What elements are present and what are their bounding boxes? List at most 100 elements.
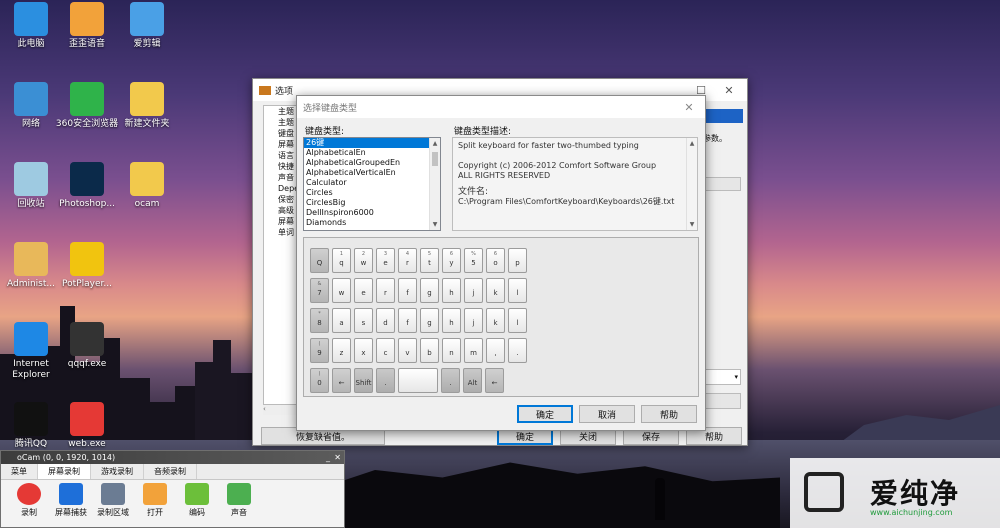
keyboard-key[interactable]: % 5 [464, 248, 483, 273]
keyboard-type-scrollbar[interactable]: ▲ ▼ [429, 138, 440, 230]
keyboard-key[interactable]: ← [332, 368, 351, 393]
keyboard-key[interactable]: s [354, 308, 373, 333]
keyboard-key[interactable]: . [376, 368, 395, 393]
keyboard-type-item[interactable]: Calculator [304, 178, 440, 188]
key-label: g [427, 289, 432, 297]
network-icon [14, 82, 48, 116]
keyboard-type-list[interactable]: 26键 AlphabeticalEn AlphabeticalGroupedEn Al… [303, 137, 441, 231]
keyboard-key[interactable]: e [354, 278, 373, 303]
keyboard-type-item[interactable]: CirclesBig [304, 198, 440, 208]
desktop-icon[interactable]: PotPlayer... [52, 242, 122, 290]
scroll-down-icon[interactable]: ▼ [687, 219, 697, 230]
keyboard-key[interactable]: j [464, 278, 483, 303]
ocam-tab[interactable]: 菜单 [1, 464, 38, 479]
keyboard-key[interactable]: z [332, 338, 351, 363]
key-label: 9 [317, 349, 322, 357]
keyboard-key[interactable]: (9 [310, 338, 329, 363]
keyboard-key[interactable]: v [398, 338, 417, 363]
keyboard-key[interactable]: , [486, 338, 505, 363]
key-secondary-label: ( [318, 341, 321, 347]
desktop-icon[interactable]: web.exe [52, 402, 122, 450]
scroll-thumb[interactable] [432, 152, 438, 166]
desktop-icon[interactable]: 爱剪辑 [112, 2, 182, 50]
options-field-2[interactable] [705, 393, 741, 409]
keyboard-key[interactable]: w [332, 278, 351, 303]
keyboard-key[interactable]: r [376, 278, 395, 303]
keyboard-preview: Q 1 q 2 w 3 e 4 r 5 t 6 y% 5 6 o p & 7 w e r f g h j k l * 8 a s d f g h j k l… [303, 237, 699, 397]
keyboard-key[interactable]: m [464, 338, 483, 363]
keyboard-key[interactable]: Shift [354, 368, 373, 393]
keyboard-key[interactable]: b [420, 338, 439, 363]
ocam-tool-button[interactable]: 录制 [9, 483, 49, 518]
ocam-tab[interactable]: 游戏录制 [91, 464, 144, 479]
key-label: 0 [317, 379, 322, 387]
keyboard-type-item[interactable]: DellInspiron6000 [304, 208, 440, 218]
keyboard-key[interactable]: k [486, 278, 505, 303]
keyboard-key[interactable]: d [376, 308, 395, 333]
keyboard-key[interactable]: l [508, 278, 527, 303]
keyboard-type-item[interactable]: AlphabeticalVerticalEn [304, 168, 440, 178]
keyboard-key[interactable]: h [442, 308, 461, 333]
keyboard-type-item[interactable]: AlphabeticalGroupedEn [304, 158, 440, 168]
scroll-down-icon[interactable]: ▼ [430, 219, 440, 230]
keyboard-type-item[interactable]: AlphabeticalEn [304, 148, 440, 158]
file-path: C:\Program Files\ComfortKeyboard\Keyboar… [458, 197, 675, 206]
scroll-up-icon[interactable]: ▲ [687, 138, 697, 149]
keyboard-key[interactable]: 3e [376, 248, 395, 273]
keyboard-key[interactable]: Q [310, 248, 329, 273]
keyboard-key[interactable]: a [332, 308, 351, 333]
keyboard-key[interactable]: 2w [354, 248, 373, 273]
keyboard-key[interactable]: h [442, 278, 461, 303]
keyboard-key[interactable]: f [398, 278, 417, 303]
keyboard-key[interactable]: 1q [332, 248, 351, 273]
close-icon[interactable]: ✕ [675, 98, 703, 116]
keyboard-key[interactable]: & 7 [310, 278, 329, 303]
keyboard-key[interactable]: g [420, 278, 439, 303]
keyboard-key[interactable]: 6y [442, 248, 461, 273]
keyboard-key[interactable]: 6o [486, 248, 505, 273]
desktop-icon[interactable]: qqqf.exe [52, 322, 122, 370]
keyboard-ok-button[interactable]: 确定 [517, 405, 573, 423]
ocam-tool-button[interactable]: 声音 [219, 483, 259, 518]
keyboard-help-button[interactable]: 帮助 [641, 405, 697, 423]
ocam-tool-button[interactable]: 屏幕捕获 [51, 483, 91, 518]
keyboard-key[interactable]: 4r [398, 248, 417, 273]
ocam-tool-button[interactable]: 录制区域 [93, 483, 133, 518]
keyboard-cancel-button[interactable]: 取消 [579, 405, 635, 423]
keyboard-key[interactable]: * 8 [310, 308, 329, 333]
minimize-icon[interactable]: _ [326, 451, 330, 464]
keyboard-type-item[interactable]: 26键 [304, 138, 440, 148]
description-scrollbar[interactable]: ▲ ▼ [686, 138, 697, 230]
keyboard-key[interactable]: Alt [463, 368, 482, 393]
key-label: r [384, 289, 387, 297]
desktop-icon[interactable]: ocam [112, 162, 182, 210]
keyboard-key[interactable]: . [508, 338, 527, 363]
keyboard-key[interactable]: j [464, 308, 483, 333]
scroll-up-icon[interactable]: ▲ [430, 138, 440, 149]
ocam-tab[interactable]: 音频录制 [144, 464, 197, 479]
keyboard-type-item[interactable]: Circles [304, 188, 440, 198]
keyboard-key[interactable]: c [376, 338, 395, 363]
options-dropdown[interactable]: ▾ [705, 369, 741, 385]
close-icon[interactable]: ✕ [334, 451, 341, 464]
keyboard-key[interactable]: ← [485, 368, 504, 393]
keyboard-key[interactable]: ) 0 [310, 368, 329, 393]
desktop-icon[interactable]: 新建文件夹 [112, 82, 182, 130]
keyboard-key[interactable]: g [420, 308, 439, 333]
keyboard-key[interactable]: k [486, 308, 505, 333]
keyboard-key[interactable]: l [508, 308, 527, 333]
ocam-tool-button[interactable]: 编码 [177, 483, 217, 518]
keyboard-key[interactable]: n [442, 338, 461, 363]
keyboard-type-item[interactable]: Diamonds [304, 218, 440, 228]
keyboard-key[interactable]: 5t [420, 248, 439, 273]
close-icon[interactable]: ✕ [715, 81, 743, 99]
options-field-1[interactable] [705, 177, 741, 191]
keyboard-key[interactable]: . [441, 368, 460, 393]
keyboard-key[interactable]: x [354, 338, 373, 363]
desktop-icon-label: 新建文件夹 [124, 119, 170, 129]
ocam-tab[interactable]: 屏幕录制 [38, 464, 91, 479]
keyboard-key[interactable]: f [398, 308, 417, 333]
keyboard-key[interactable]: p [508, 248, 527, 273]
ocam-tool-button[interactable]: 打开 [135, 483, 175, 518]
keyboard-key[interactable] [398, 368, 438, 393]
